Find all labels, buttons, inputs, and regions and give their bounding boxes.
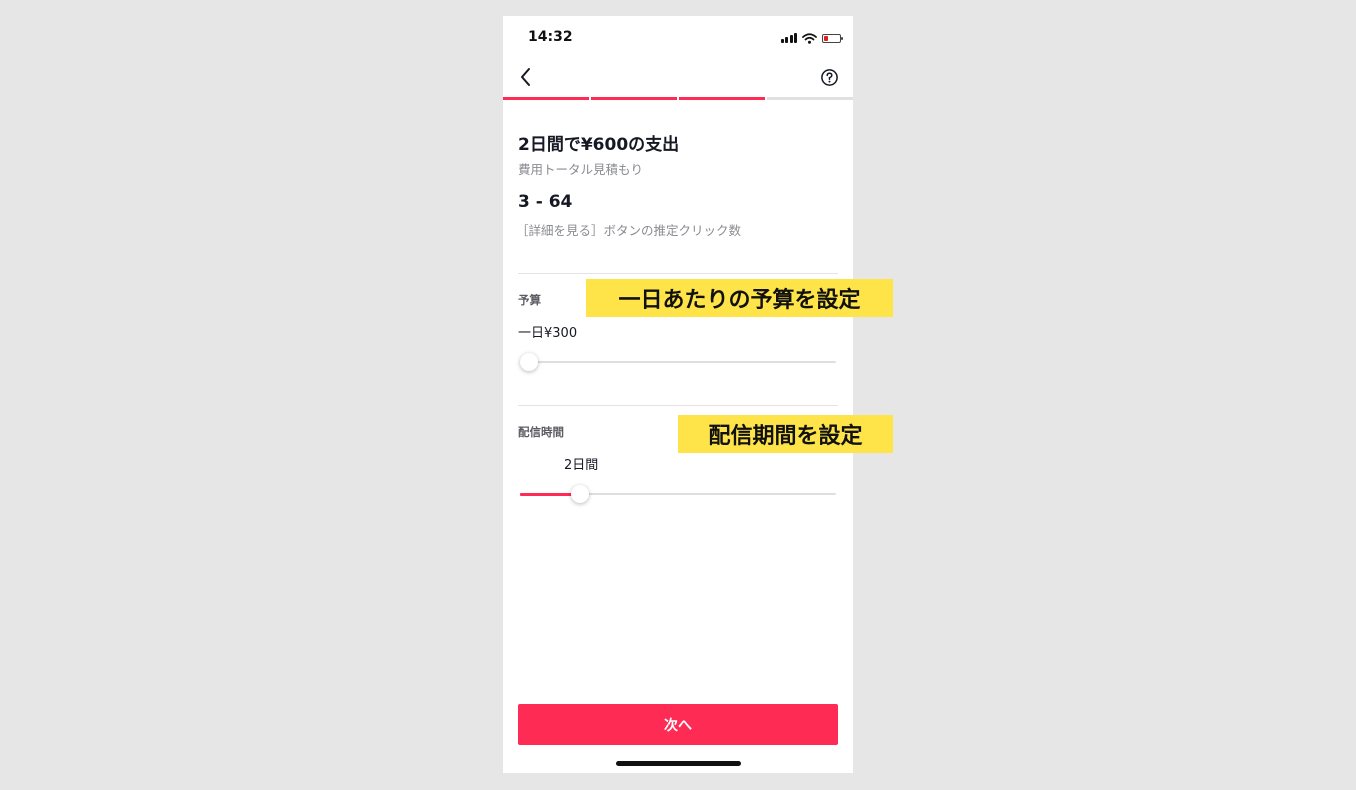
progress-segment bbox=[591, 97, 677, 100]
nav-bar bbox=[503, 60, 853, 98]
budget-value: 一日¥300 bbox=[518, 326, 578, 341]
phone-screen: 14:32 2日間で¥600の支出 費用トータル見積もり 3 - 64 ［詳細を… bbox=[503, 16, 853, 773]
duration-label: 配信時間 bbox=[518, 425, 564, 439]
duration-value: 2日間 bbox=[564, 458, 599, 473]
spend-summary-title: 2日間で¥600の支出 bbox=[518, 135, 680, 155]
budget-slider-track bbox=[520, 361, 836, 363]
next-button[interactable]: 次へ bbox=[518, 704, 838, 745]
status-icons bbox=[780, 31, 843, 45]
estimated-clicks-range: 3 - 64 bbox=[518, 192, 573, 212]
estimated-clicks-caption: ［詳細を見る］ボタンの推定クリック数 bbox=[516, 223, 742, 238]
help-circle-icon[interactable] bbox=[820, 68, 839, 87]
progress-segment bbox=[767, 97, 853, 100]
status-bar: 14:32 bbox=[503, 16, 853, 60]
home-indicator bbox=[616, 761, 741, 766]
duration-slider[interactable] bbox=[520, 484, 836, 504]
budget-callout: 一日あたりの予算を設定 bbox=[586, 279, 893, 317]
duration-callout: 配信期間を設定 bbox=[678, 415, 893, 453]
divider bbox=[518, 273, 838, 274]
back-chevron-icon[interactable] bbox=[517, 66, 535, 88]
step-progress-bar bbox=[503, 97, 853, 100]
progress-segment bbox=[679, 97, 765, 100]
budget-slider[interactable] bbox=[520, 352, 836, 372]
budget-label: 予算 bbox=[518, 293, 541, 307]
battery-icon bbox=[822, 33, 843, 43]
wifi-icon bbox=[802, 32, 817, 44]
signal-icon bbox=[780, 33, 797, 43]
budget-slider-thumb[interactable] bbox=[520, 353, 538, 371]
duration-slider-thumb[interactable] bbox=[571, 485, 590, 503]
status-time: 14:32 bbox=[528, 29, 573, 45]
progress-segment bbox=[503, 97, 589, 100]
spend-summary-subtitle: 費用トータル見積もり bbox=[518, 162, 644, 177]
divider bbox=[518, 405, 838, 406]
